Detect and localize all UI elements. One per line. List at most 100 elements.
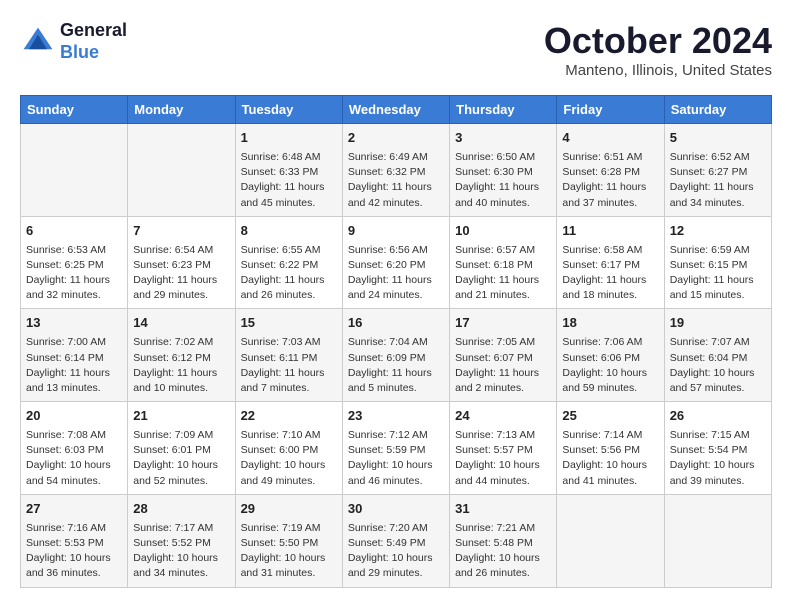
calendar-day-cell [557, 494, 664, 587]
day-info-line: Sunrise: 7:14 AM [562, 428, 658, 443]
calendar-day-cell: 19Sunrise: 7:07 AMSunset: 6:04 PMDayligh… [664, 309, 771, 402]
day-number: 4 [562, 129, 658, 148]
day-info-line: Sunrise: 6:48 AM [241, 150, 337, 165]
day-info-line: Sunrise: 7:05 AM [455, 335, 551, 350]
day-number: 30 [348, 500, 444, 519]
day-info-line: Sunrise: 7:10 AM [241, 428, 337, 443]
day-number: 21 [133, 407, 229, 426]
day-info-line: Sunrise: 6:54 AM [133, 243, 229, 258]
day-info-line: Daylight: 10 hours and 29 minutes. [348, 551, 444, 581]
calendar-day-cell: 28Sunrise: 7:17 AMSunset: 5:52 PMDayligh… [128, 494, 235, 587]
day-info-line: Sunset: 5:49 PM [348, 536, 444, 551]
calendar-day-cell [128, 124, 235, 217]
day-info-line: Sunrise: 6:53 AM [26, 243, 122, 258]
calendar-day-cell: 2Sunrise: 6:49 AMSunset: 6:32 PMDaylight… [342, 124, 449, 217]
day-info-line: Daylight: 10 hours and 46 minutes. [348, 458, 444, 488]
day-info-line: Sunset: 5:57 PM [455, 443, 551, 458]
day-info-line: Daylight: 11 hours and 45 minutes. [241, 180, 337, 210]
calendar-week-row: 27Sunrise: 7:16 AMSunset: 5:53 PMDayligh… [21, 494, 772, 587]
calendar-day-cell: 4Sunrise: 6:51 AMSunset: 6:28 PMDaylight… [557, 124, 664, 217]
day-number: 10 [455, 222, 551, 241]
logo-line2: Blue [60, 42, 127, 64]
day-info-line: Sunset: 6:00 PM [241, 443, 337, 458]
day-info-line: Daylight: 11 hours and 24 minutes. [348, 273, 444, 303]
day-number: 26 [670, 407, 766, 426]
calendar-day-cell: 22Sunrise: 7:10 AMSunset: 6:00 PMDayligh… [235, 402, 342, 495]
day-info-line: Sunset: 6:18 PM [455, 258, 551, 273]
day-info-line: Sunset: 6:23 PM [133, 258, 229, 273]
day-info-line: Sunset: 5:50 PM [241, 536, 337, 551]
day-number: 9 [348, 222, 444, 241]
day-info-line: Sunrise: 7:04 AM [348, 335, 444, 350]
calendar-day-cell: 12Sunrise: 6:59 AMSunset: 6:15 PMDayligh… [664, 216, 771, 309]
day-info-line: Sunset: 6:07 PM [455, 351, 551, 366]
calendar-week-row: 1Sunrise: 6:48 AMSunset: 6:33 PMDaylight… [21, 124, 772, 217]
calendar-day-cell: 23Sunrise: 7:12 AMSunset: 5:59 PMDayligh… [342, 402, 449, 495]
weekday-header-cell: Wednesday [342, 96, 449, 124]
day-info-line: Sunset: 6:33 PM [241, 165, 337, 180]
day-info-line: Daylight: 11 hours and 13 minutes. [26, 366, 122, 396]
day-info-line: Sunset: 6:27 PM [670, 165, 766, 180]
weekday-header-cell: Sunday [21, 96, 128, 124]
day-info-line: Daylight: 11 hours and 42 minutes. [348, 180, 444, 210]
day-info-line: Sunrise: 7:13 AM [455, 428, 551, 443]
day-info-line: Sunrise: 7:12 AM [348, 428, 444, 443]
day-number: 19 [670, 314, 766, 333]
day-number: 17 [455, 314, 551, 333]
weekday-header-cell: Thursday [450, 96, 557, 124]
day-info-line: Sunrise: 7:19 AM [241, 521, 337, 536]
day-number: 22 [241, 407, 337, 426]
day-info-line: Sunset: 5:48 PM [455, 536, 551, 551]
day-info-line: Sunrise: 7:00 AM [26, 335, 122, 350]
day-number: 14 [133, 314, 229, 333]
logo: General Blue [20, 20, 127, 63]
day-info-line: Sunset: 6:03 PM [26, 443, 122, 458]
day-info-line: Daylight: 10 hours and 31 minutes. [241, 551, 337, 581]
day-number: 7 [133, 222, 229, 241]
day-info-line: Sunrise: 6:58 AM [562, 243, 658, 258]
day-info-line: Daylight: 11 hours and 7 minutes. [241, 366, 337, 396]
day-number: 13 [26, 314, 122, 333]
day-info-line: Daylight: 10 hours and 44 minutes. [455, 458, 551, 488]
day-info-line: Sunrise: 7:06 AM [562, 335, 658, 350]
day-info-line: Daylight: 11 hours and 21 minutes. [455, 273, 551, 303]
day-info-line: Daylight: 11 hours and 34 minutes. [670, 180, 766, 210]
day-info-line: Daylight: 11 hours and 26 minutes. [241, 273, 337, 303]
day-info-line: Daylight: 11 hours and 2 minutes. [455, 366, 551, 396]
calendar-day-cell: 6Sunrise: 6:53 AMSunset: 6:25 PMDaylight… [21, 216, 128, 309]
calendar-day-cell: 31Sunrise: 7:21 AMSunset: 5:48 PMDayligh… [450, 494, 557, 587]
calendar-day-cell: 3Sunrise: 6:50 AMSunset: 6:30 PMDaylight… [450, 124, 557, 217]
day-info-line: Daylight: 10 hours and 41 minutes. [562, 458, 658, 488]
calendar-table: SundayMondayTuesdayWednesdayThursdayFrid… [20, 95, 772, 588]
day-info-line: Sunrise: 6:51 AM [562, 150, 658, 165]
calendar-day-cell: 25Sunrise: 7:14 AMSunset: 5:56 PMDayligh… [557, 402, 664, 495]
day-number: 1 [241, 129, 337, 148]
day-number: 5 [670, 129, 766, 148]
day-number: 23 [348, 407, 444, 426]
day-number: 27 [26, 500, 122, 519]
day-info-line: Sunrise: 6:52 AM [670, 150, 766, 165]
calendar-day-cell [664, 494, 771, 587]
day-info-line: Sunrise: 7:15 AM [670, 428, 766, 443]
location: Manteno, Illinois, United States [544, 62, 772, 79]
day-info-line: Sunset: 5:52 PM [133, 536, 229, 551]
day-info-line: Sunset: 6:11 PM [241, 351, 337, 366]
calendar-day-cell: 1 Sunrise: 6:48 AMSunset: 6:33 PMDaylight… [235, 124, 342, 217]
calendar-day-cell [21, 124, 128, 217]
day-number: 12 [670, 222, 766, 241]
day-info-line: Daylight: 11 hours and 29 minutes. [133, 273, 229, 303]
day-info-line: Sunset: 5:54 PM [670, 443, 766, 458]
day-info-line: Sunrise: 6:57 AM [455, 243, 551, 258]
day-info-line: Daylight: 10 hours and 59 minutes. [562, 366, 658, 396]
calendar-day-cell: 29Sunrise: 7:19 AMSunset: 5:50 PMDayligh… [235, 494, 342, 587]
day-number: 15 [241, 314, 337, 333]
day-info-line: Sunset: 6:17 PM [562, 258, 658, 273]
page-header: General Blue October 2024 Manteno, Illin… [20, 20, 772, 79]
day-info-line: Daylight: 11 hours and 5 minutes. [348, 366, 444, 396]
logo-text: General Blue [60, 20, 127, 63]
day-info-line: Sunrise: 6:50 AM [455, 150, 551, 165]
day-number: 24 [455, 407, 551, 426]
day-number: 28 [133, 500, 229, 519]
weekday-header-cell: Friday [557, 96, 664, 124]
calendar-day-cell: 21Sunrise: 7:09 AMSunset: 6:01 PMDayligh… [128, 402, 235, 495]
